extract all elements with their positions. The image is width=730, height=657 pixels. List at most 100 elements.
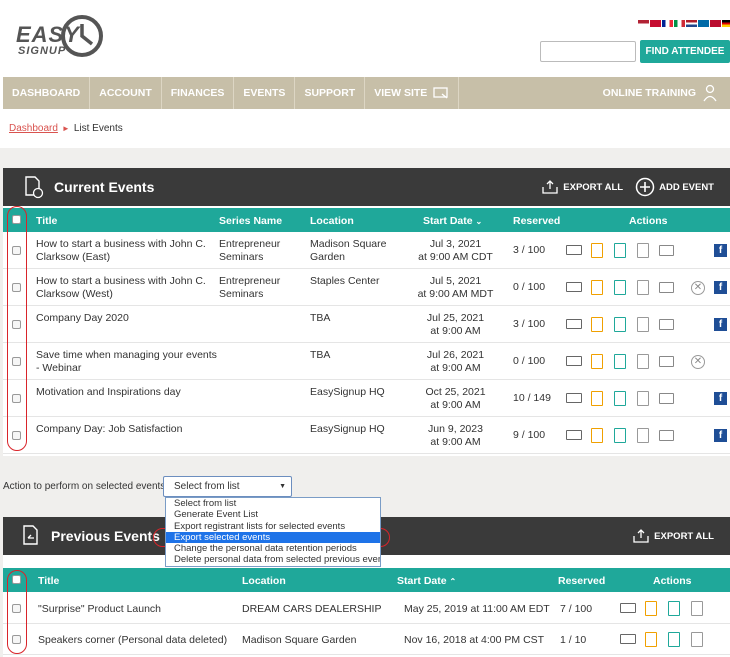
copy-icon[interactable] (637, 317, 649, 332)
flag-fr-icon[interactable] (662, 20, 673, 27)
flag-de-icon[interactable] (722, 20, 730, 27)
nav-view-site[interactable]: VIEW SITE (365, 77, 460, 109)
prev-col-title[interactable]: Title (38, 575, 59, 587)
copy-icon[interactable] (691, 601, 703, 616)
email-icon[interactable] (659, 430, 674, 441)
dropdown-caret-icon: ▼ (279, 483, 286, 490)
action-option[interactable]: Export registrant lists for selected eve… (166, 521, 380, 532)
copy-icon[interactable] (637, 280, 649, 295)
nav-online-training-label: ONLINE TRAINING (602, 87, 696, 99)
prev-col-location[interactable]: Location (242, 575, 286, 587)
facebook-share-icon[interactable]: f (714, 392, 727, 405)
date-line2: at 9:00 AM MDT (417, 288, 494, 300)
flag-dk-icon[interactable] (650, 20, 661, 27)
action-option[interactable]: Select from list (166, 498, 380, 509)
facebook-share-icon[interactable]: f (714, 429, 727, 442)
event-title-link[interactable]: "Surprise" Product Launch (38, 603, 161, 615)
email-icon[interactable] (659, 245, 674, 256)
email-icon[interactable] (659, 282, 674, 293)
event-title-link[interactable]: Company Day: Job Satisfaction (36, 423, 183, 436)
col-series-name[interactable]: Series Name (219, 215, 282, 227)
cancel-event-icon[interactable]: ✕ (691, 281, 705, 295)
prev-col-start-date-label: Start Date (397, 575, 447, 587)
nav-account[interactable]: ACCOUNT (90, 77, 162, 109)
prev-col-start-date[interactable]: Start Date ⌃ (397, 575, 456, 587)
export-registrants-icon[interactable] (566, 282, 582, 292)
edit-icon[interactable] (591, 354, 603, 369)
document-icon[interactable] (614, 428, 626, 443)
edit-icon[interactable] (591, 280, 603, 295)
add-event-button[interactable]: ADD EVENT (635, 177, 714, 197)
document-icon[interactable] (614, 317, 626, 332)
current-export-all-button[interactable]: EXPORT ALL (542, 180, 623, 194)
action-option[interactable]: Generate Event List (166, 509, 380, 520)
edit-icon[interactable] (591, 428, 603, 443)
facebook-share-icon[interactable]: f (714, 281, 727, 294)
action-option[interactable]: Export selected events (166, 531, 380, 544)
previous-checkbox-highlight (7, 570, 27, 654)
flag-it-icon[interactable] (674, 20, 685, 27)
nav-finances[interactable]: FINANCES (162, 77, 235, 109)
email-icon[interactable] (659, 319, 674, 330)
breadcrumb-dashboard-link[interactable]: Dashboard (9, 123, 58, 134)
col-title[interactable]: Title (36, 215, 57, 227)
event-title-link[interactable]: How to start a business with John C. Clar… (36, 238, 206, 264)
event-title-link[interactable]: Motivation and Inspirations day (36, 386, 181, 399)
previous-table-header: Title Location Start Date ⌃ Reserved Act… (3, 568, 730, 592)
event-title-link[interactable]: How to start a business with John C. Clar… (36, 275, 206, 301)
action-option[interactable]: Change the personal data retention perio… (166, 543, 380, 554)
edit-icon[interactable] (645, 632, 657, 647)
flag-no-icon[interactable] (710, 20, 721, 27)
export-registrants-icon[interactable] (566, 245, 582, 255)
previous-export-all-button[interactable]: EXPORT ALL (633, 529, 714, 543)
find-attendee-button[interactable]: FIND ATTENDEE (640, 40, 730, 63)
edit-icon[interactable] (591, 391, 603, 406)
flag-us-icon[interactable] (638, 20, 649, 27)
breadcrumb-current: List Events (73, 123, 123, 134)
document-icon[interactable] (668, 632, 680, 647)
col-location[interactable]: Location (310, 215, 354, 227)
export-registrants-icon[interactable] (620, 603, 636, 613)
nav-dashboard[interactable]: DASHBOARD (3, 77, 91, 109)
copy-icon[interactable] (691, 632, 703, 647)
easysignup-logo[interactable]: EASY SIGNUP (14, 14, 106, 62)
document-icon[interactable] (614, 354, 626, 369)
copy-icon[interactable] (637, 243, 649, 258)
export-registrants-icon[interactable] (566, 356, 582, 366)
nav-support[interactable]: SUPPORT (295, 77, 366, 109)
edit-icon[interactable] (591, 243, 603, 258)
export-registrants-icon[interactable] (566, 430, 582, 440)
document-icon[interactable] (614, 243, 626, 258)
copy-icon[interactable] (637, 391, 649, 406)
col-reserved[interactable]: Reserved (513, 215, 560, 227)
event-title-link[interactable]: Company Day 2020 (36, 312, 129, 325)
export-registrants-icon[interactable] (566, 393, 582, 403)
edit-icon[interactable] (591, 317, 603, 332)
email-icon[interactable] (659, 356, 674, 367)
find-attendee-input[interactable] (540, 41, 636, 62)
prev-col-reserved[interactable]: Reserved (558, 575, 605, 587)
flag-nl-icon[interactable] (686, 20, 697, 27)
col-start-date[interactable]: Start Date ⌄ (423, 215, 482, 227)
copy-icon[interactable] (637, 428, 649, 443)
action-option[interactable]: Delete personal data from selected previ… (166, 554, 380, 565)
event-title-link[interactable]: Speakers corner (Personal data deleted) (38, 634, 227, 646)
export-tray-icon (542, 180, 558, 194)
facebook-share-icon[interactable]: f (714, 318, 727, 331)
facebook-share-icon[interactable]: f (714, 244, 727, 257)
reserved-count: 10 / 149 (513, 392, 551, 404)
cancel-event-icon[interactable]: ✕ (691, 355, 705, 369)
event-title-link[interactable]: Save time when managing your events - Web… (36, 349, 217, 375)
document-icon[interactable] (614, 391, 626, 406)
email-icon[interactable] (659, 393, 674, 404)
document-icon[interactable] (668, 601, 680, 616)
flag-se-icon[interactable] (698, 20, 709, 27)
nav-events[interactable]: EVENTS (234, 77, 296, 109)
export-registrants-icon[interactable] (620, 634, 636, 644)
export-registrants-icon[interactable] (566, 319, 582, 329)
edit-icon[interactable] (645, 601, 657, 616)
copy-icon[interactable] (637, 354, 649, 369)
action-select[interactable]: Select from list ▼ (163, 476, 292, 497)
document-icon[interactable] (614, 280, 626, 295)
nav-online-training[interactable]: ONLINE TRAINING (594, 77, 730, 109)
